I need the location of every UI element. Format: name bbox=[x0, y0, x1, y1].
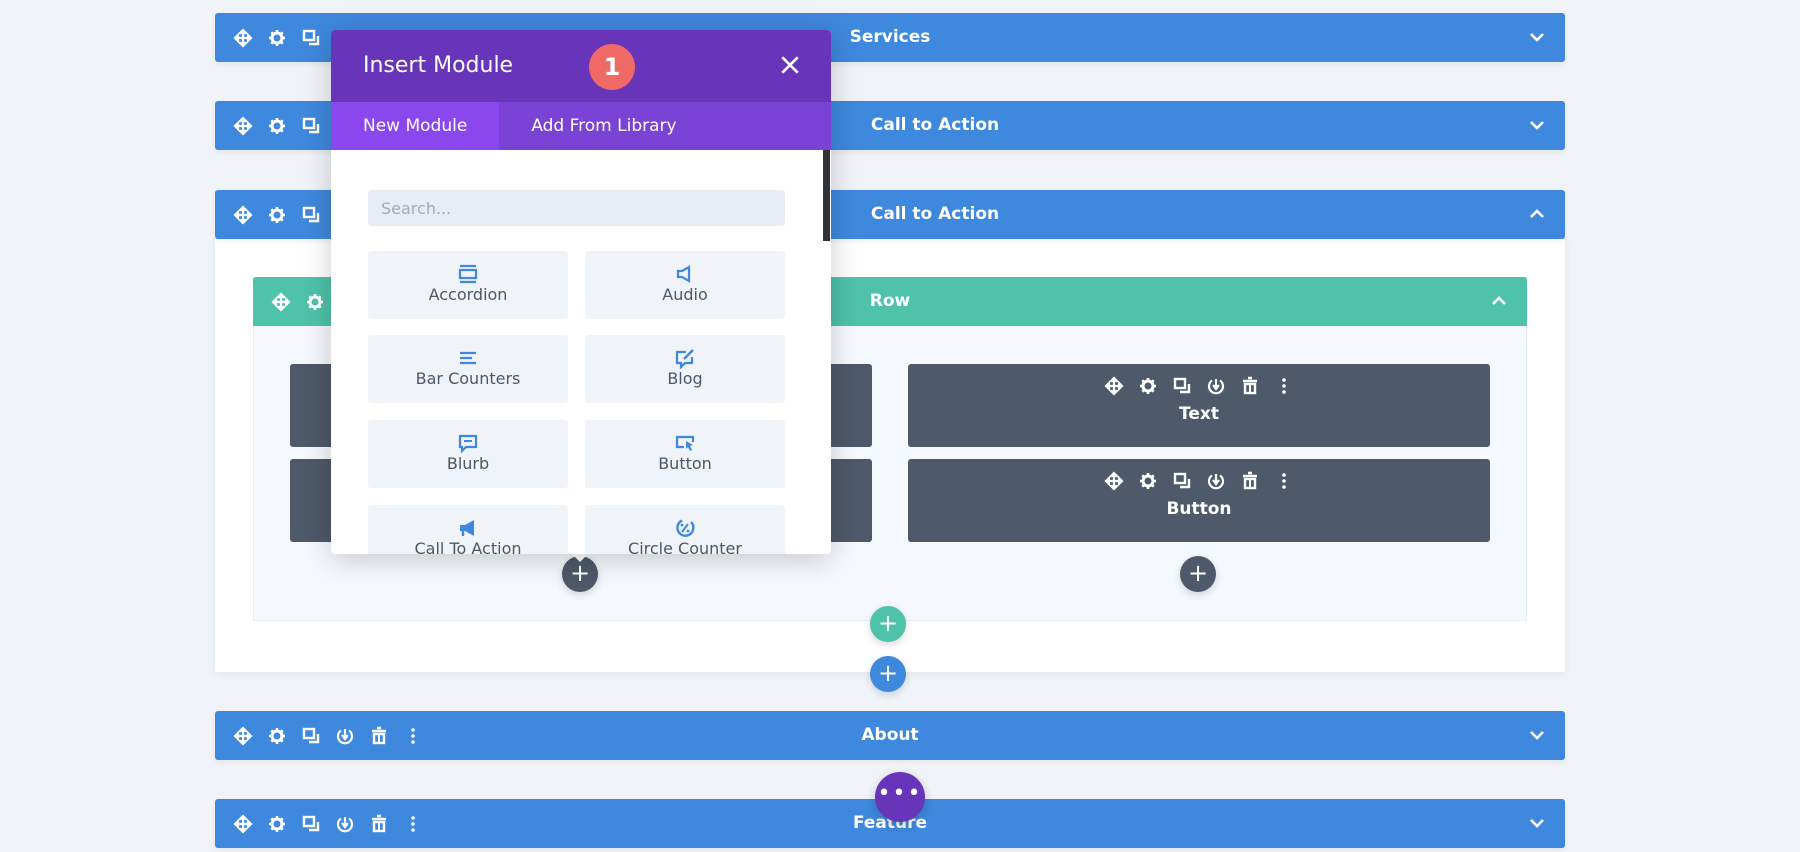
section-toolbar bbox=[233, 101, 321, 150]
modal-header: Insert Module 1 bbox=[331, 30, 831, 102]
section-toolbar bbox=[233, 799, 423, 848]
step-badge: 1 bbox=[589, 44, 635, 90]
chevron-down-icon[interactable] bbox=[1527, 725, 1547, 745]
save-icon[interactable] bbox=[1206, 471, 1226, 491]
gear-icon[interactable] bbox=[1138, 471, 1158, 491]
module-option-label: Circle Counter bbox=[628, 539, 742, 554]
move-icon[interactable] bbox=[233, 726, 253, 746]
gear-icon[interactable] bbox=[267, 726, 287, 746]
chevron-down-icon[interactable] bbox=[1527, 27, 1547, 47]
duplicate-icon[interactable] bbox=[1172, 376, 1192, 396]
duplicate-icon[interactable] bbox=[301, 116, 321, 136]
module-option-label: Audio bbox=[662, 285, 708, 304]
circle-counter-icon bbox=[676, 519, 695, 537]
add-row-button[interactable]: + bbox=[870, 606, 906, 642]
duplicate-icon[interactable] bbox=[301, 205, 321, 225]
module-toolbar bbox=[908, 364, 1490, 396]
bar-counters-icon bbox=[460, 351, 476, 365]
module-search-input[interactable] bbox=[368, 190, 785, 226]
gear-icon[interactable] bbox=[267, 116, 287, 136]
button-icon bbox=[675, 435, 695, 451]
gear-icon[interactable] bbox=[267, 205, 287, 225]
chevron-down-icon[interactable] bbox=[1527, 813, 1547, 833]
chevron-up-icon[interactable] bbox=[1527, 204, 1547, 224]
section-toolbar bbox=[233, 13, 321, 62]
modal-tabs: New Module Add From Library bbox=[331, 102, 831, 150]
close-icon[interactable] bbox=[779, 54, 801, 76]
save-icon[interactable] bbox=[1206, 376, 1226, 396]
module-option-accordion[interactable]: Accordion bbox=[368, 251, 568, 319]
more-icon[interactable] bbox=[403, 814, 423, 834]
add-section-button[interactable]: + bbox=[870, 656, 906, 692]
modal-scrollbar[interactable] bbox=[823, 150, 830, 241]
modal-title: Insert Module bbox=[363, 53, 514, 78]
module-label: Text bbox=[1179, 404, 1219, 424]
tab-add-from-library[interactable]: Add From Library bbox=[499, 102, 708, 150]
chevron-up-icon[interactable] bbox=[1489, 291, 1509, 311]
module-option-bar-counters[interactable]: Bar Counters bbox=[368, 335, 568, 403]
module-option-audio[interactable]: Audio bbox=[585, 251, 785, 319]
duplicate-icon[interactable] bbox=[301, 814, 321, 834]
move-icon[interactable] bbox=[233, 205, 253, 225]
move-icon[interactable] bbox=[1104, 471, 1124, 491]
trash-icon[interactable] bbox=[1240, 376, 1260, 396]
megaphone-icon bbox=[460, 520, 474, 536]
trash-icon[interactable] bbox=[1240, 471, 1260, 491]
more-icon[interactable] bbox=[1274, 376, 1294, 396]
module-option-label: Blurb bbox=[446, 454, 490, 473]
move-icon[interactable] bbox=[1104, 376, 1124, 396]
move-icon[interactable] bbox=[233, 116, 253, 136]
more-icon[interactable] bbox=[403, 726, 423, 746]
trash-icon[interactable] bbox=[369, 726, 389, 746]
save-icon[interactable] bbox=[335, 814, 355, 834]
section-toolbar bbox=[233, 711, 423, 760]
module-option-call-to-action[interactable]: Call To Action bbox=[368, 505, 568, 554]
duplicate-icon[interactable] bbox=[1172, 471, 1192, 491]
accordion-icon bbox=[458, 264, 478, 284]
add-module-button-right[interactable]: + bbox=[1180, 556, 1216, 592]
section-toolbar bbox=[233, 190, 321, 239]
trash-icon[interactable] bbox=[369, 814, 389, 834]
module-grid: Accordion Audio Bar Counters Blog Blurb … bbox=[368, 251, 785, 554]
module-toolbar bbox=[908, 459, 1490, 491]
tab-new-module[interactable]: New Module bbox=[331, 102, 500, 150]
duplicate-icon[interactable] bbox=[301, 28, 321, 48]
move-icon[interactable] bbox=[233, 28, 253, 48]
chevron-down-icon[interactable] bbox=[1527, 115, 1547, 135]
module-option-blog[interactable]: Blog bbox=[585, 335, 785, 403]
move-icon[interactable] bbox=[233, 814, 253, 834]
gear-icon[interactable] bbox=[267, 814, 287, 834]
module-option-label: Call To Action bbox=[414, 539, 522, 554]
more-icon[interactable] bbox=[1274, 471, 1294, 491]
module-option-label: Blog bbox=[667, 369, 703, 388]
module-option-label: Button bbox=[658, 454, 712, 473]
save-icon[interactable] bbox=[335, 726, 355, 746]
module-option-blurb[interactable]: Blurb bbox=[368, 420, 568, 488]
blog-icon bbox=[675, 349, 694, 369]
audio-icon bbox=[676, 265, 691, 283]
insert-module-modal: Insert Module 1 New Module Add From Libr… bbox=[331, 30, 831, 554]
module-option-label: Bar Counters bbox=[415, 369, 521, 388]
module-text[interactable]: Text bbox=[908, 364, 1490, 447]
page-settings-button[interactable]: ••• bbox=[875, 772, 925, 822]
gear-icon[interactable] bbox=[267, 28, 287, 48]
gear-icon[interactable] bbox=[1138, 376, 1158, 396]
duplicate-icon[interactable] bbox=[301, 726, 321, 746]
module-option-button[interactable]: Button bbox=[585, 420, 785, 488]
module-button[interactable]: Button bbox=[908, 459, 1490, 542]
module-option-circle-counter[interactable]: Circle Counter bbox=[585, 505, 785, 554]
blurb-icon bbox=[458, 434, 478, 454]
section-bar-about[interactable]: About bbox=[215, 711, 1565, 760]
module-label: Button bbox=[1166, 499, 1232, 519]
module-option-label: Accordion bbox=[428, 285, 508, 304]
